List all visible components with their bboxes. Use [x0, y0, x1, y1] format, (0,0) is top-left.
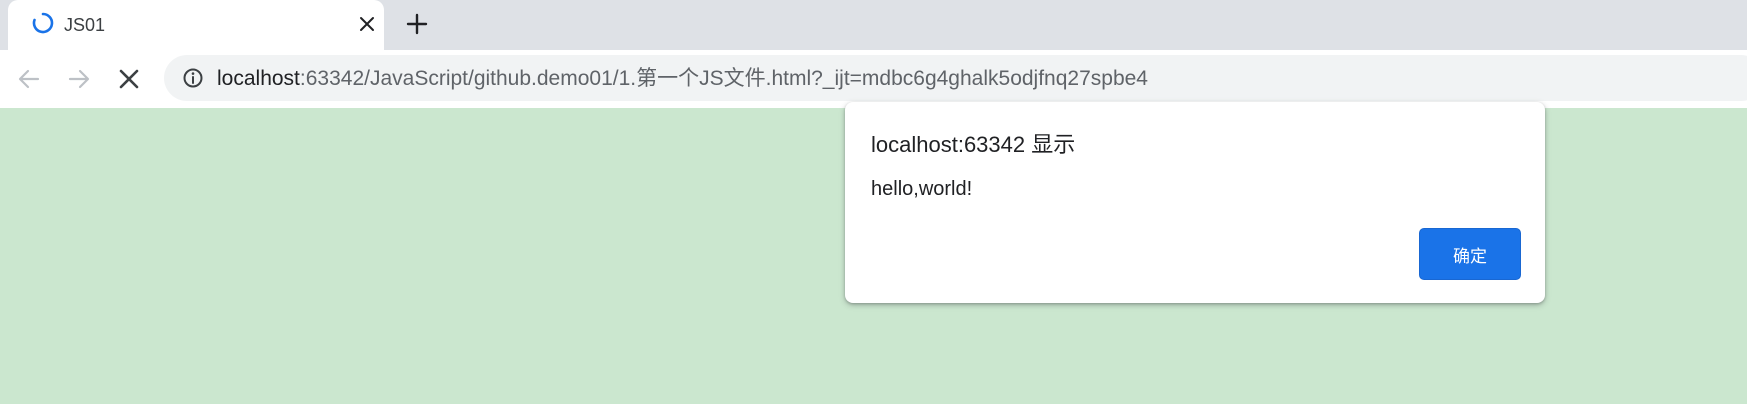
tab-js01[interactable]: JS01	[8, 0, 384, 50]
browser-window: JS01 localhost:63342/JavaScript/github.d…	[0, 0, 1747, 404]
dialog-title: localhost:63342 显示	[871, 132, 1076, 157]
dialog-message: hello,world!	[871, 178, 973, 200]
url-path: :63342/JavaScript/github.demo01/1.第一个JS文…	[299, 67, 1148, 90]
stop-icon[interactable]	[114, 64, 144, 94]
url-text: localhost:63342/JavaScript/github.demo01…	[217, 67, 1148, 91]
arrow-left-icon[interactable]	[14, 64, 44, 94]
info-icon[interactable]	[182, 67, 204, 89]
arrow-right-icon[interactable]	[64, 64, 94, 94]
tab-strip: JS01	[0, 0, 1747, 50]
url-host: localhost	[217, 67, 300, 90]
alert-dialog: localhost:63342 显示 hello,world! 确定	[845, 102, 1545, 303]
close-icon[interactable]	[356, 13, 378, 35]
address-bar[interactable]: localhost:63342/JavaScript/github.demo01…	[164, 55, 1747, 101]
toolbar: localhost:63342/JavaScript/github.demo01…	[0, 50, 1747, 108]
tab-title: JS01	[64, 15, 106, 35]
ok-button[interactable]: 确定	[1419, 228, 1521, 280]
spinner-icon	[32, 12, 54, 34]
plus-icon[interactable]	[404, 11, 430, 37]
